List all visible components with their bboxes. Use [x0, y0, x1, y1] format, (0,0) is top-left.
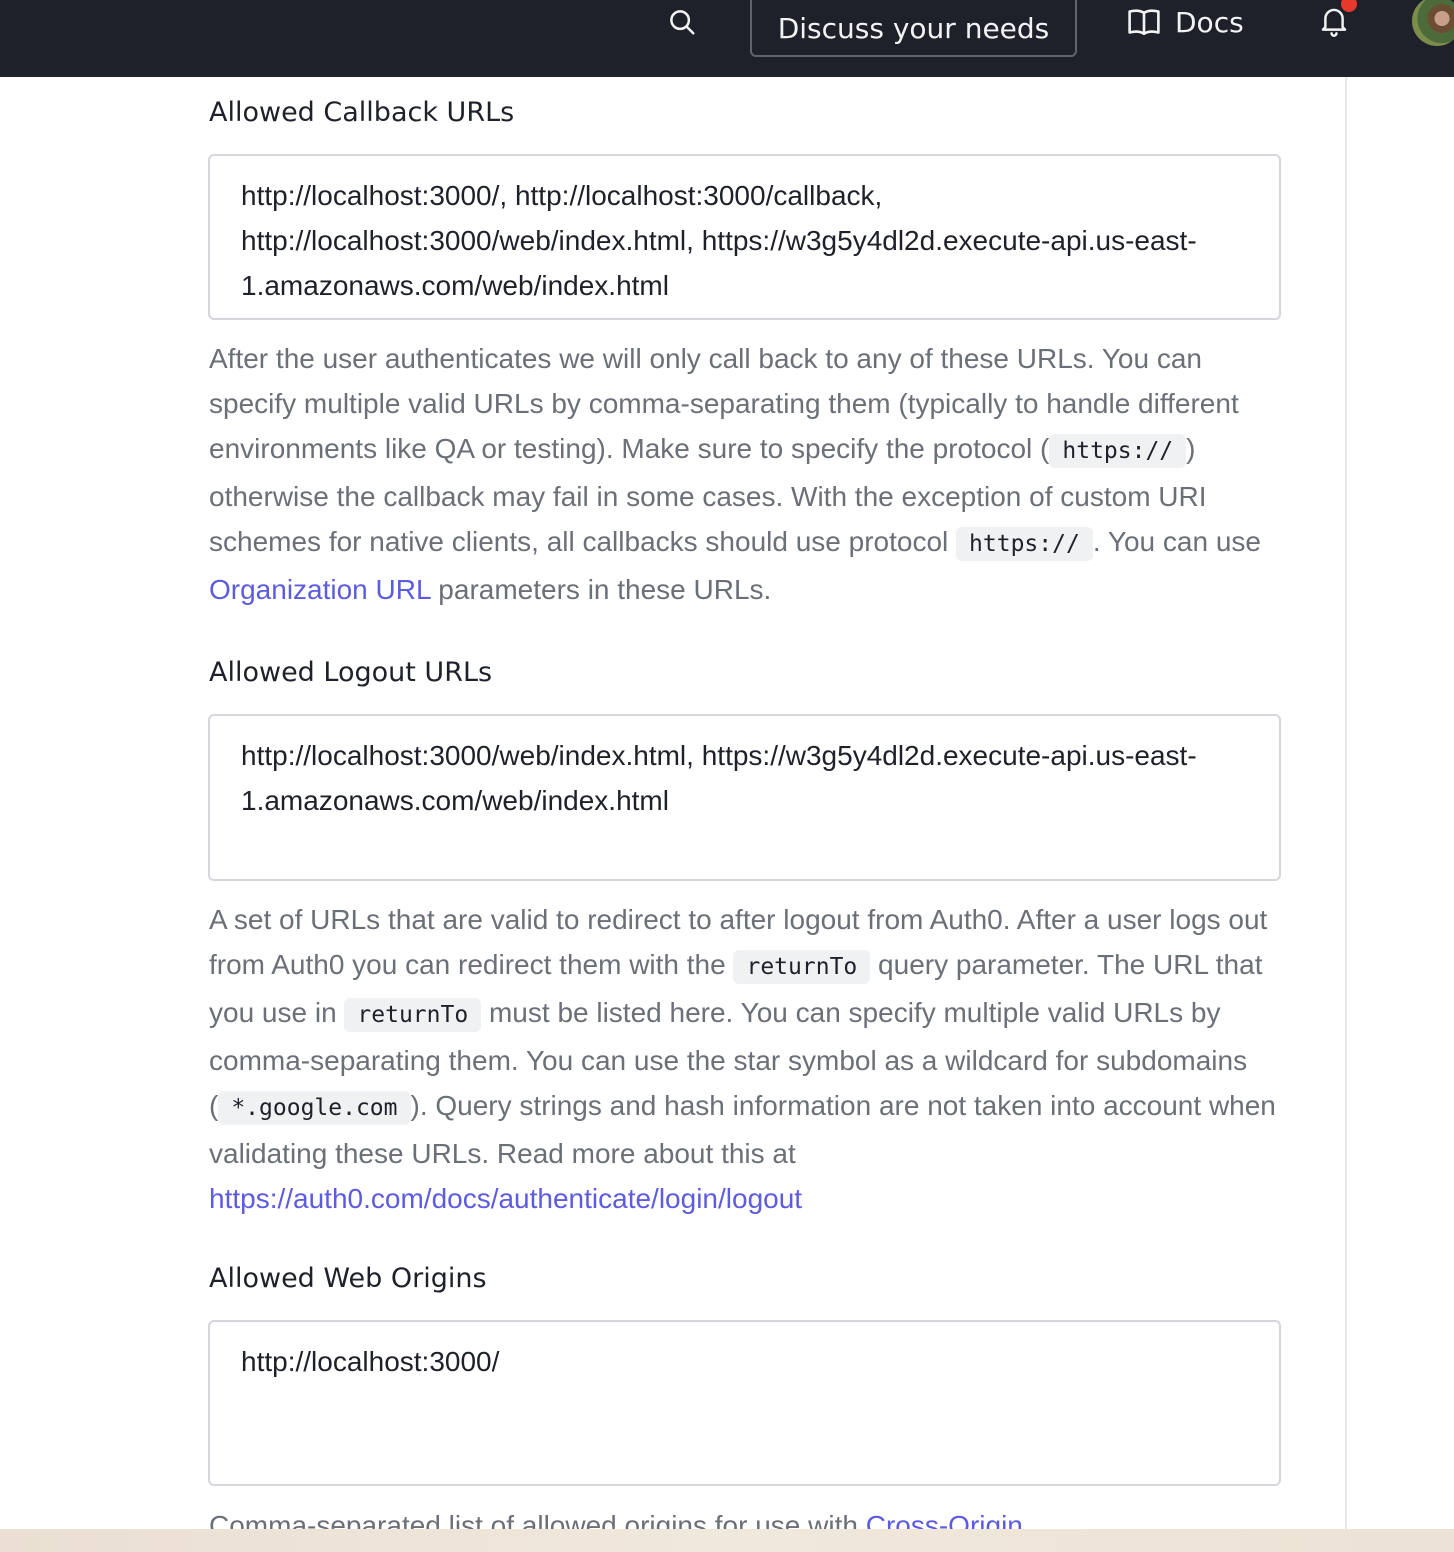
logout-help-code-wildcard: *.google.com	[218, 1091, 411, 1125]
search-icon	[670, 10, 695, 35]
docs-link[interactable]: Docs	[1127, 0, 1244, 44]
discuss-your-needs-button[interactable]: Discuss your needs	[750, 0, 1077, 57]
logout-urls-help: A set of URLs that are valid to redirect…	[209, 897, 1284, 1221]
web-origins-field[interactable]: http://localhost:3000/	[208, 1320, 1281, 1486]
callback-urls-label: Allowed Callback URLs	[209, 97, 515, 128]
web-origins-help-text-1: Comma-separated list of allowed origins …	[209, 1510, 866, 1529]
callback-help-code-https-2: https://	[956, 527, 1093, 561]
logout-urls-label: Allowed Logout URLs	[209, 657, 493, 688]
book-open-icon	[1128, 9, 1160, 36]
callback-urls-help: After the user authenticates we will onl…	[209, 336, 1284, 612]
notification-dot	[1341, 0, 1357, 12]
discuss-button-label: Discuss your needs	[777, 12, 1050, 45]
web-origins-label: Allowed Web Origins	[209, 1263, 487, 1294]
logout-help-code-returnto-1: returnTo	[733, 950, 871, 984]
logout-docs-link[interactable]: https://auth0.com/docs/authenticate/logi…	[209, 1183, 802, 1214]
content-divider	[1345, 77, 1347, 1529]
logout-urls-field[interactable]: http://localhost:3000/web/index.html, ht…	[208, 714, 1281, 881]
docs-label: Docs	[1175, 5, 1244, 39]
callback-urls-field[interactable]: http://localhost:3000/, http://localhost…	[208, 154, 1281, 320]
os-taskbar	[0, 1529, 1454, 1552]
callback-help-code-https-1: https://	[1049, 434, 1187, 468]
organization-url-link[interactable]: Organization URL	[209, 574, 431, 605]
web-origins-help: Comma-separated list of allowed origins …	[209, 1503, 1284, 1529]
logout-help-code-returnto-2: returnTo	[344, 998, 482, 1032]
callback-help-text-4: parameters in these URLs.	[430, 574, 772, 605]
cross-origin-link[interactable]: Cross-Origin	[866, 1510, 1023, 1529]
search-button[interactable]	[662, 2, 702, 42]
top-nav-bar: Discuss your needs Docs	[0, 0, 1454, 77]
user-avatar[interactable]	[1412, 0, 1454, 46]
callback-help-text-3: . You can use	[1092, 526, 1261, 557]
